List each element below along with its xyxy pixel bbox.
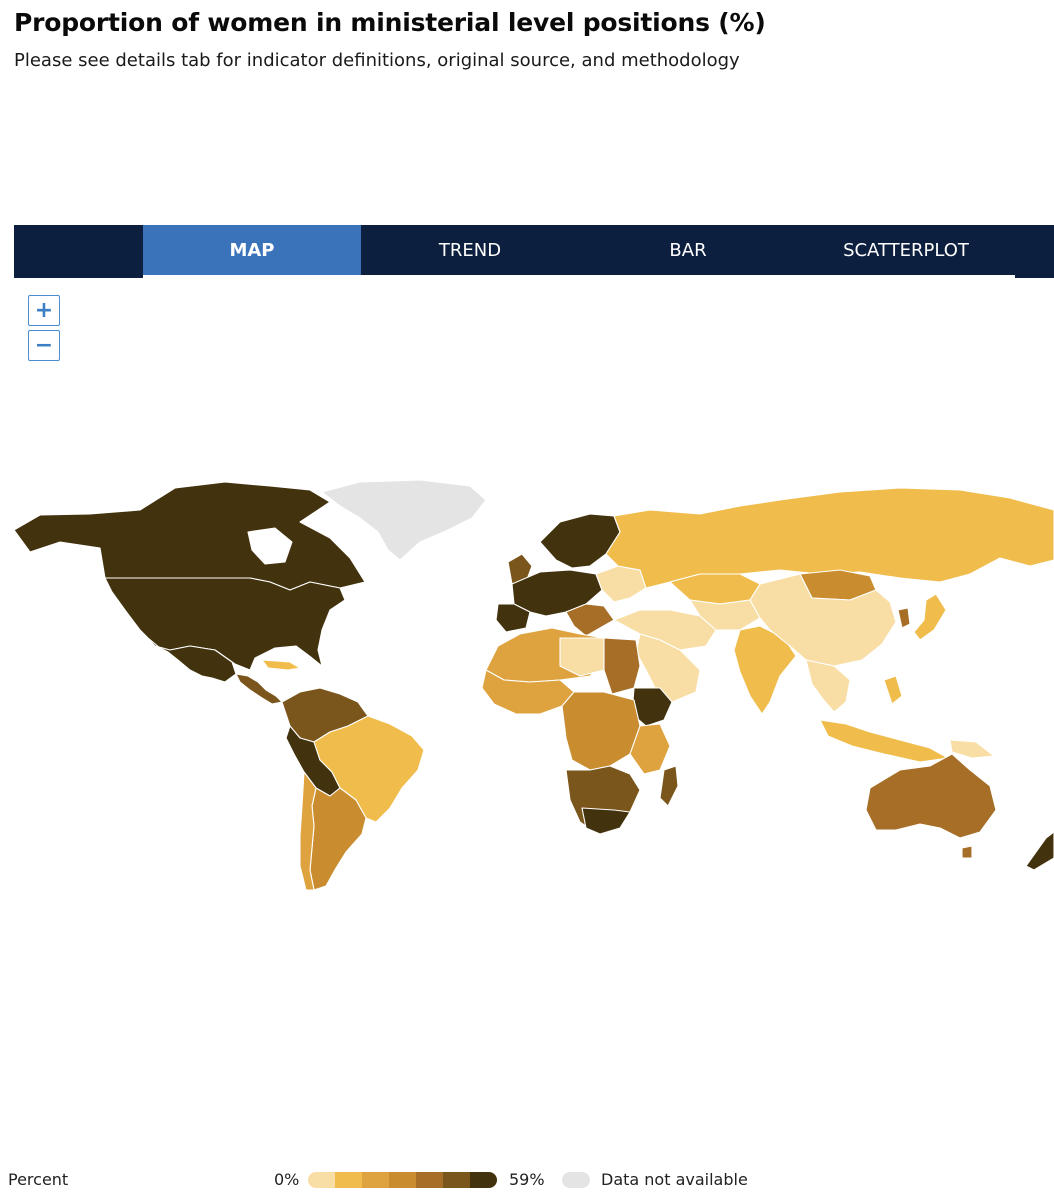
tab-map[interactable]: MAP — [143, 225, 361, 275]
legend-swatch-3 — [389, 1172, 416, 1188]
region-usa[interactable] — [104, 577, 346, 671]
region-korea[interactable] — [897, 607, 911, 629]
region-indonesia[interactable] — [819, 719, 949, 763]
region-canada-alaska[interactable] — [13, 481, 366, 591]
legend-swatch-4 — [416, 1172, 443, 1188]
region-southeast-asia[interactable] — [805, 659, 851, 713]
region-greenland[interactable] — [321, 479, 487, 561]
region-caribbean[interactable] — [261, 659, 301, 671]
region-tasmania[interactable] — [961, 845, 973, 859]
view-tab-bar: MAP TREND BAR SCATTERPLOT — [14, 225, 1054, 278]
region-southern-cone[interactable] — [309, 787, 367, 891]
legend-color-scale — [308, 1172, 497, 1188]
tab-trend[interactable]: TREND — [361, 225, 579, 275]
region-scandinavia[interactable] — [539, 513, 621, 569]
region-italy-balkans[interactable] — [565, 603, 615, 637]
region-central-america[interactable] — [235, 673, 283, 705]
region-south-africa[interactable] — [581, 807, 631, 835]
region-central-africa[interactable] — [561, 691, 641, 771]
legend-title: Percent — [8, 1170, 69, 1189]
legend-max-label: 59% — [509, 1170, 545, 1189]
legend-swatch-2 — [362, 1172, 389, 1188]
region-eastern-europe[interactable] — [595, 565, 647, 603]
region-egypt-sudan[interactable] — [603, 637, 641, 695]
tab-bar[interactable]: BAR — [579, 225, 797, 275]
legend-swatch-6 — [470, 1172, 497, 1188]
choropleth-map[interactable] — [0, 470, 1054, 910]
tab-underline — [143, 275, 1015, 278]
page-subtitle: Please see details tab for indicator def… — [14, 50, 740, 71]
region-new-guinea[interactable] — [949, 739, 995, 759]
legend-na-swatch — [562, 1172, 590, 1188]
zoom-out-button[interactable]: − — [28, 330, 60, 361]
region-philippines[interactable] — [883, 675, 903, 705]
region-madagascar[interactable] — [659, 765, 679, 807]
zoom-in-button[interactable]: + — [28, 295, 60, 326]
legend-swatch-1 — [335, 1172, 362, 1188]
legend-swatch-0 — [308, 1172, 335, 1188]
region-japan[interactable] — [913, 593, 947, 641]
region-kazakhstan[interactable] — [669, 573, 761, 605]
legend-swatch-5 — [443, 1172, 470, 1188]
tab-scatterplot[interactable]: SCATTERPLOT — [797, 225, 1015, 275]
legend-min-label: 0% — [274, 1170, 300, 1189]
legend: Percent 0% 59% Data not available — [0, 1168, 1054, 1194]
region-new-zealand[interactable] — [1025, 831, 1054, 871]
page-title: Proportion of women in ministerial level… — [14, 8, 766, 37]
legend-na-label: Data not available — [601, 1170, 748, 1189]
region-australia[interactable] — [865, 753, 997, 839]
